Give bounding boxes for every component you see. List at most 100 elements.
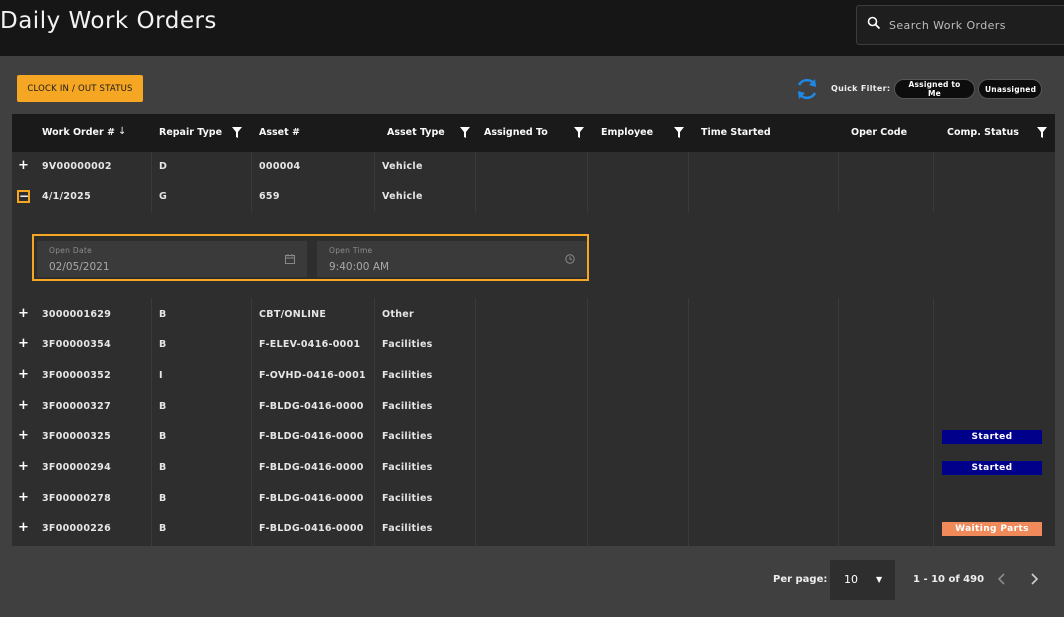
- open-time-value: 9:40:00 AM: [329, 261, 390, 273]
- cell-asset-type: Facilities: [382, 462, 433, 473]
- column-header-asset[interactable]: Asset #: [259, 114, 300, 152]
- clock-in-out-status-button[interactable]: CLOCK IN / OUT STATUS: [17, 75, 143, 102]
- chevron-right-icon[interactable]: [1027, 572, 1041, 586]
- cell-work-order: 3F00000352: [42, 370, 111, 381]
- expand-row-icon[interactable]: +: [17, 491, 30, 505]
- page-title: Daily Work Orders: [0, 8, 217, 34]
- cell-work-order: 9V00000002: [42, 161, 112, 172]
- cell-asset-type: Vehicle: [382, 191, 423, 202]
- cell-asset-type: Facilities: [382, 523, 433, 534]
- cell-asset-type: Vehicle: [382, 161, 423, 172]
- cell-asset: F-BLDG-0416-0000: [259, 523, 364, 534]
- cell-asset: F-BLDG-0416-0000: [259, 462, 364, 473]
- pagination-bar: Per page: 10 ▼ 1 - 10 of 490: [0, 546, 1064, 617]
- cell-repair-type: D: [159, 161, 168, 172]
- cell-work-order: 3F00000294: [42, 462, 111, 473]
- page-range-text: 1 - 10 of 490: [913, 574, 985, 585]
- open-time-label: Open Time: [329, 246, 373, 255]
- chip-unassigned[interactable]: Unassigned: [978, 79, 1042, 99]
- column-header-repair-type[interactable]: Repair Type: [159, 114, 222, 152]
- search-input[interactable]: [889, 15, 1059, 35]
- table-row-expanded[interactable]: − 4/1/2025 G 659 Vehicle: [12, 182, 1055, 212]
- cell-asset: F-OVHD-0416-0001: [259, 370, 366, 381]
- column-header-asset-type[interactable]: Asset Type: [387, 114, 445, 152]
- filter-icon[interactable]: [1037, 127, 1047, 138]
- expand-row-icon[interactable]: +: [17, 159, 30, 173]
- table-row[interactable]: + 3F00000327 B F-BLDG-0416-0000 Faciliti…: [12, 392, 1055, 422]
- cell-work-order: 4/1/2025: [42, 191, 91, 202]
- cell-asset-type: Facilities: [382, 339, 433, 350]
- cell-asset-type: Facilities: [382, 370, 433, 381]
- row-detail-panel: Open Date 02/05/2021 Open Time 9:40:00 A…: [12, 212, 1055, 298]
- expand-row-icon[interactable]: +: [17, 337, 30, 351]
- filter-icon[interactable]: [574, 127, 584, 138]
- chevron-down-icon: ▼: [876, 575, 883, 584]
- column-header-employee[interactable]: Employee: [601, 114, 653, 152]
- cell-work-order: 3000001629: [42, 309, 112, 320]
- search-box[interactable]: [856, 5, 1064, 45]
- table-row[interactable]: + 3F00000226 B F-BLDG-0416-0000 Faciliti…: [12, 514, 1055, 544]
- cell-asset-type: Facilities: [382, 401, 433, 412]
- cell-asset: F-BLDG-0416-0000: [259, 493, 364, 504]
- table-row[interactable]: + 3F00000278 B F-BLDG-0416-0000 Faciliti…: [12, 484, 1055, 514]
- open-time-field[interactable]: Open Time 9:40:00 AM: [317, 241, 587, 277]
- open-date-value: 02/05/2021: [49, 261, 110, 273]
- cell-asset: F-BLDG-0416-0000: [259, 431, 364, 442]
- expand-row-icon[interactable]: +: [17, 429, 30, 443]
- column-header-comp-status[interactable]: Comp. Status: [947, 114, 1019, 152]
- cell-repair-type: B: [159, 523, 167, 534]
- filter-icon[interactable]: [460, 127, 470, 138]
- cell-repair-type: B: [159, 309, 167, 320]
- cell-work-order: 3F00000325: [42, 431, 111, 442]
- filter-icon[interactable]: [232, 127, 242, 138]
- search-icon: [867, 16, 881, 30]
- work-orders-grid: Work Order # ↓ Repair Type Asset # Asset…: [12, 114, 1055, 546]
- expand-row-icon[interactable]: +: [17, 368, 30, 382]
- column-header-assigned-to[interactable]: Assigned To: [484, 114, 548, 152]
- column-header-oper-code[interactable]: Oper Code: [851, 114, 907, 152]
- top-bar: Daily Work Orders: [0, 0, 1064, 56]
- table-row[interactable]: + 3F00000352 I F-OVHD-0416-0001 Faciliti…: [12, 361, 1055, 391]
- expand-row-icon[interactable]: +: [17, 521, 30, 535]
- cell-asset: F-BLDG-0416-0000: [259, 401, 364, 412]
- sort-arrow-icon[interactable]: ↓: [118, 126, 126, 137]
- collapse-row-icon[interactable]: −: [17, 190, 30, 203]
- cell-asset-type: Facilities: [382, 431, 433, 442]
- cell-repair-type: B: [159, 493, 167, 504]
- expand-row-icon[interactable]: +: [17, 460, 30, 474]
- status-badge-started: Started: [942, 461, 1042, 475]
- cell-work-order: 3F00000354: [42, 339, 111, 350]
- column-header-time-started[interactable]: Time Started: [701, 114, 771, 152]
- chevron-left-icon[interactable]: [995, 572, 1009, 586]
- table-row[interactable]: + 3F00000354 B F-ELEV-0416-0001 Faciliti…: [12, 330, 1055, 360]
- expand-row-icon[interactable]: +: [17, 307, 30, 321]
- per-page-value: 10: [844, 573, 858, 586]
- cell-repair-type: I: [159, 370, 163, 381]
- table-row[interactable]: + 3F00000294 B F-BLDG-0416-0000 Faciliti…: [12, 453, 1055, 483]
- cell-asset: 000004: [259, 161, 301, 172]
- filter-icon[interactable]: [674, 127, 684, 138]
- table-row[interactable]: + 3F00000325 B F-BLDG-0416-0000 Faciliti…: [12, 422, 1055, 452]
- table-row[interactable]: + 9V00000002 D 000004 Vehicle: [12, 152, 1055, 182]
- cell-work-order: 3F00000278: [42, 493, 111, 504]
- cell-work-order: 3F00000226: [42, 523, 111, 534]
- cell-work-order: 3F00000327: [42, 401, 111, 412]
- chip-assigned-to-me[interactable]: Assigned to Me: [894, 79, 975, 99]
- open-date-label: Open Date: [49, 246, 93, 255]
- cell-asset: CBT/ONLINE: [259, 309, 327, 320]
- column-header-work-order[interactable]: Work Order #: [42, 114, 115, 152]
- cell-repair-type: B: [159, 462, 167, 473]
- status-badge-waiting-parts: Waiting Parts: [942, 522, 1042, 536]
- cell-asset-type: Other: [382, 309, 415, 320]
- open-date-field[interactable]: Open Date 02/05/2021: [37, 241, 307, 277]
- table-header: Work Order # ↓ Repair Type Asset # Asset…: [12, 114, 1055, 152]
- expand-row-icon[interactable]: +: [17, 399, 30, 413]
- clock-icon[interactable]: [565, 254, 575, 264]
- cell-repair-type: G: [159, 191, 168, 202]
- cell-asset: F-ELEV-0416-0001: [259, 339, 361, 350]
- table-row[interactable]: + 3000001629 B CBT/ONLINE Other: [12, 300, 1055, 330]
- per-page-select[interactable]: 10 ▼: [830, 560, 895, 600]
- calendar-icon[interactable]: [285, 254, 295, 264]
- per-page-label: Per page:: [773, 574, 828, 585]
- refresh-icon[interactable]: [794, 76, 820, 102]
